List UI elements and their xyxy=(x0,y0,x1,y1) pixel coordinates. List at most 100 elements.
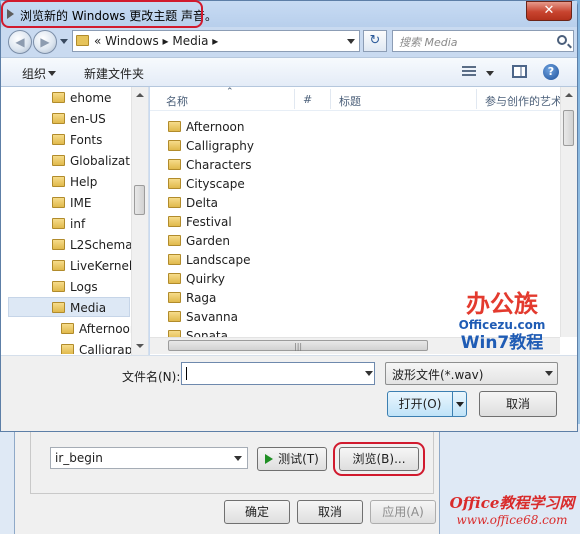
tree-item[interactable]: Logs xyxy=(52,277,98,297)
tree-item[interactable]: inf xyxy=(52,214,85,234)
file-item-label: Cityscape xyxy=(186,177,245,191)
nav-scrollbar-thumb[interactable] xyxy=(134,185,145,215)
file-list-item[interactable]: Garden xyxy=(168,232,230,251)
tree-item-label: en-US xyxy=(70,112,106,126)
back-arrow-icon: ◀ xyxy=(15,35,25,49)
view-options-icon[interactable] xyxy=(462,66,476,78)
tree-item[interactable]: L2Schemas xyxy=(52,235,139,255)
fonts-folder-icon xyxy=(52,134,65,145)
tree-item-label: Help xyxy=(70,175,98,189)
preview-pane-icon[interactable] xyxy=(512,65,527,78)
column-divider xyxy=(294,89,295,109)
tree-item-label: Logs xyxy=(70,280,98,294)
settings-cancel-label: 取消 xyxy=(317,505,342,519)
file-item-label: Afternoon xyxy=(186,120,245,134)
folder-icon xyxy=(76,35,89,46)
search-placeholder: 搜索 Media xyxy=(399,36,458,49)
view-dropdown-icon[interactable] xyxy=(486,71,494,76)
folder-icon xyxy=(52,197,65,208)
column-divider xyxy=(476,89,477,109)
file-list-item[interactable]: Afternoon xyxy=(168,118,245,137)
tree-item[interactable]: en-US xyxy=(52,109,106,129)
help-icon[interactable]: ? xyxy=(543,64,559,80)
folder-icon xyxy=(61,344,74,354)
address-bar[interactable]: « Windows ▸ Media ▸ xyxy=(72,30,360,52)
column-name[interactable]: 名称 xyxy=(166,93,188,109)
close-button[interactable]: ✕ xyxy=(526,1,572,21)
new-folder-button[interactable]: 新建文件夹 xyxy=(84,65,144,82)
test-button-label: 测试(T) xyxy=(278,452,319,466)
organize-menu[interactable]: 组织 xyxy=(22,65,46,82)
chevron-down-icon xyxy=(48,71,56,76)
file-list-item[interactable]: Raga xyxy=(168,289,216,308)
scroll-up-icon[interactable] xyxy=(136,93,144,97)
officezu-watermark-tag: Win7教程 xyxy=(460,333,544,353)
folder-icon xyxy=(52,281,65,292)
column-title[interactable]: 标题 xyxy=(339,93,361,109)
cancel-button[interactable]: 取消 xyxy=(479,391,557,417)
file-list-scrollbar-thumb[interactable] xyxy=(563,110,574,146)
tree-item[interactable]: Afternoon xyxy=(61,319,138,339)
folder-icon xyxy=(52,239,65,250)
folder-icon xyxy=(52,260,65,271)
tree-item[interactable]: ehome xyxy=(52,88,111,108)
breadcrumb[interactable]: « Windows ▸ Media ▸ xyxy=(94,31,218,51)
folder-icon xyxy=(168,140,181,151)
apply-button[interactable]: 应用(A) xyxy=(370,500,436,524)
sound-select[interactable]: ir_begin xyxy=(50,447,248,469)
grip-icon: ||| xyxy=(294,342,303,351)
recent-pages-dropdown-icon[interactable] xyxy=(60,39,68,44)
file-list-item[interactable]: Quirky xyxy=(168,270,225,289)
filename-label: 文件名(N): xyxy=(122,370,181,384)
file-item-label: Festival xyxy=(186,215,232,229)
tree-item-media-selected[interactable]: Media xyxy=(8,297,130,317)
column-divider xyxy=(330,89,331,109)
folder-icon xyxy=(61,323,74,334)
close-icon: ✕ xyxy=(543,3,555,18)
tree-item-label: Afternoon xyxy=(79,322,138,336)
filename-dropdown-icon[interactable] xyxy=(365,371,373,376)
apply-button-label: 应用(A) xyxy=(382,505,424,519)
search-input[interactable]: 搜索 Media xyxy=(392,30,574,52)
cancel-button-label: 取消 xyxy=(505,397,530,411)
tree-item[interactable]: Calligraph xyxy=(61,340,140,354)
officezu-watermark-url: Officezu.com xyxy=(458,318,546,332)
nav-scrollbar[interactable] xyxy=(131,87,148,355)
file-list-item[interactable]: Characters xyxy=(168,156,252,175)
folder-icon xyxy=(168,159,181,170)
scroll-down-icon[interactable] xyxy=(136,344,144,348)
file-list-item[interactable]: Savanna xyxy=(168,308,238,327)
tree-item[interactable]: Globalizatio xyxy=(52,151,141,171)
address-dropdown-icon[interactable] xyxy=(347,39,355,44)
open-button[interactable]: 打开(O) xyxy=(387,391,453,417)
tree-item[interactable]: IME xyxy=(52,193,91,213)
folder-icon xyxy=(168,330,181,337)
folder-icon xyxy=(168,292,181,303)
file-list-item[interactable]: Sonata xyxy=(168,327,228,337)
forward-arrow-icon: ▶ xyxy=(40,35,50,49)
file-list-item[interactable]: Calligraphy xyxy=(168,137,254,156)
file-item-label: Characters xyxy=(186,158,252,172)
file-list-item[interactable]: Festival xyxy=(168,213,232,232)
office68-watermark: Office教程学习网 www.office68.com xyxy=(448,492,576,532)
column-artists[interactable]: 参与创作的艺术 xyxy=(485,93,562,109)
test-button[interactable]: 测试(T) xyxy=(257,447,327,471)
scroll-up-icon[interactable] xyxy=(565,93,573,97)
refresh-button[interactable]: ↻ xyxy=(363,30,387,52)
settings-cancel-button[interactable]: 取消 xyxy=(297,500,363,524)
folder-icon xyxy=(52,218,65,229)
back-button[interactable]: ◀ xyxy=(8,30,32,54)
column-number[interactable]: # xyxy=(303,93,312,106)
folder-icon xyxy=(52,176,65,187)
refresh-icon: ↻ xyxy=(369,33,381,48)
ok-button[interactable]: 确定 xyxy=(224,500,290,524)
file-list-item[interactable]: Delta xyxy=(168,194,218,213)
file-list-item[interactable]: Landscape xyxy=(168,251,250,270)
filetype-select[interactable]: 波形文件(*.wav) xyxy=(385,362,558,385)
tree-item[interactable]: Help xyxy=(52,172,97,192)
forward-button[interactable]: ▶ xyxy=(33,30,57,54)
filename-input[interactable] xyxy=(181,362,375,385)
file-item-label: Sonata xyxy=(186,329,228,337)
file-list-item[interactable]: Cityscape xyxy=(168,175,245,194)
tree-item[interactable]: Fonts xyxy=(52,130,102,150)
